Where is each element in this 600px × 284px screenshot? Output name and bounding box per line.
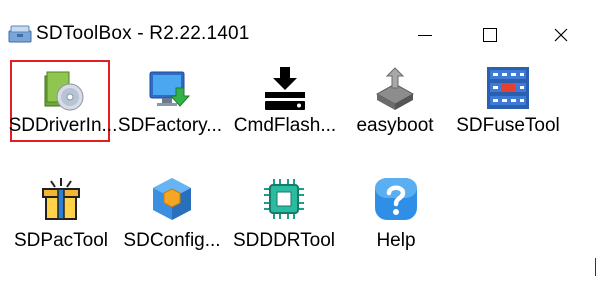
text-cursor [595,258,596,276]
flash-drive-download-icon [265,67,305,110]
tool-easyboot[interactable]: easyboot [340,60,450,156]
tool-label: SDFuseTool [456,115,560,136]
tool-help[interactable]: Help [341,175,451,271]
ddr-chip-icon [264,179,304,219]
driver-installer-icon [44,71,84,111]
maximize-button[interactable] [467,16,513,54]
tool-label: CmdFlash... [233,115,337,136]
title-bar: SDToolBox - R2.22.1401 [0,0,600,60]
tool-sdconfig[interactable]: SDConfig... [117,175,227,271]
close-button[interactable] [538,16,584,54]
monitor-download-icon [149,71,191,107]
easyboot-icon [375,67,415,110]
fuse-panel-icon [487,67,529,109]
tool-sddriverinstaller[interactable]: SDDriverIn... [8,60,118,156]
tool-sdpactool[interactable]: SDPacTool [6,175,116,271]
tool-label: SDFactory... [117,115,223,136]
sdtoolbox-icon [8,25,32,43]
window-title: SDToolBox - R2.22.1401 [36,23,250,44]
tool-sdfactory[interactable]: SDFactory... [115,60,225,156]
tool-sdfusetool[interactable]: SDFuseTool [453,60,563,156]
minimize-icon [418,34,432,36]
tool-label: easyboot [356,115,434,136]
help-icon [375,178,417,220]
tool-sdddrtool[interactable]: SDDDRTool [229,175,339,271]
tool-label: SDPacTool [14,230,108,251]
close-icon [554,28,568,42]
tool-label: SDConfig... [123,230,221,251]
tool-cmdflash[interactable]: CmdFlash... [230,60,340,156]
tool-label: Help [376,230,416,251]
tool-label: SDDDRTool [232,230,336,251]
minimize-button[interactable] [402,16,448,54]
maximize-icon [483,28,497,42]
package-gift-icon [42,178,80,220]
config-cube-icon [153,178,191,220]
